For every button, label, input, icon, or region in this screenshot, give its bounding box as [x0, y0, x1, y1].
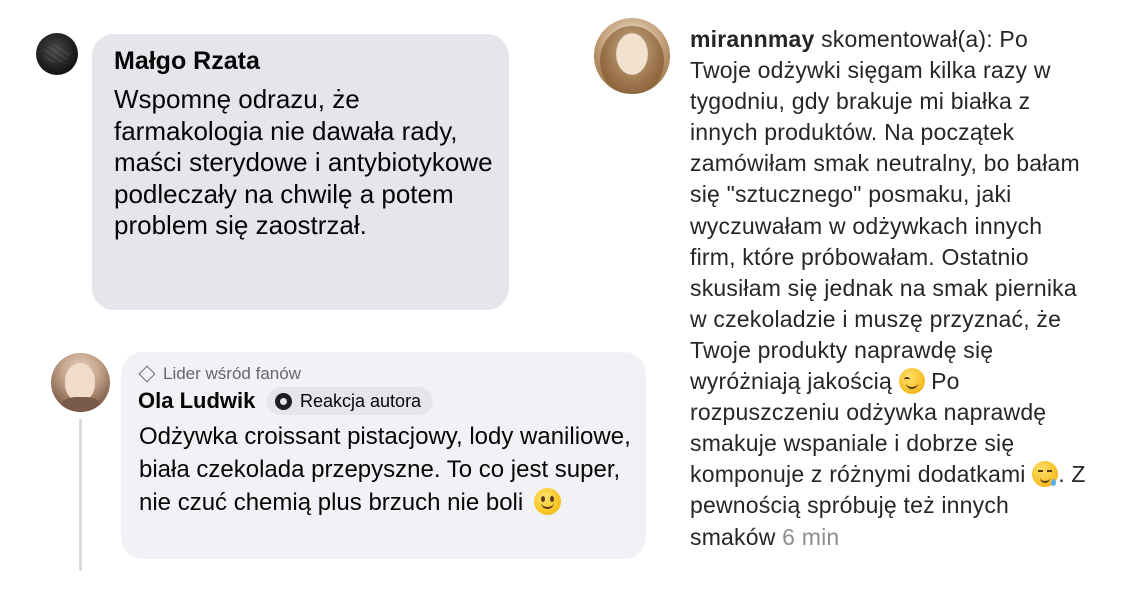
comment-timestamp[interactable]: 6 min [782, 524, 839, 550]
drooling-face-icon [1032, 461, 1059, 488]
diamond-icon [138, 365, 156, 383]
comment-username[interactable]: mirannmay [690, 26, 815, 52]
author-reaction-label: Reakcja autora [300, 390, 422, 411]
top-fan-badge: Lider wśród fanów [138, 364, 301, 384]
comment-text-part1: skomentował(a): Po Twoje odżywki sięgam … [690, 26, 1080, 395]
comment-text: mirannmay skomentował(a): Po Twoje odżyw… [690, 24, 1090, 553]
comment-author-name[interactable]: Ola Ludwik [138, 388, 255, 414]
avatar[interactable] [36, 33, 78, 75]
author-reaction-chip: Reakcja autora [267, 387, 434, 415]
thread-line [79, 419, 82, 571]
author-reaction-icon [275, 392, 292, 410]
comment-author-name[interactable]: Małgo Rzata [114, 47, 260, 76]
avatar[interactable] [594, 18, 670, 94]
slightly-smiling-face-icon [533, 488, 561, 515]
avatar[interactable] [51, 353, 110, 412]
smiling-face-with-smiling-eyes-icon [898, 368, 925, 395]
comment-text: Odżywka croissant pistacjowy, lody wanil… [139, 420, 639, 519]
badge-label: Lider wśród fanów [163, 364, 301, 383]
comment-text: Wspomnę odrazu, że farmakologia nie dawa… [114, 84, 493, 240]
